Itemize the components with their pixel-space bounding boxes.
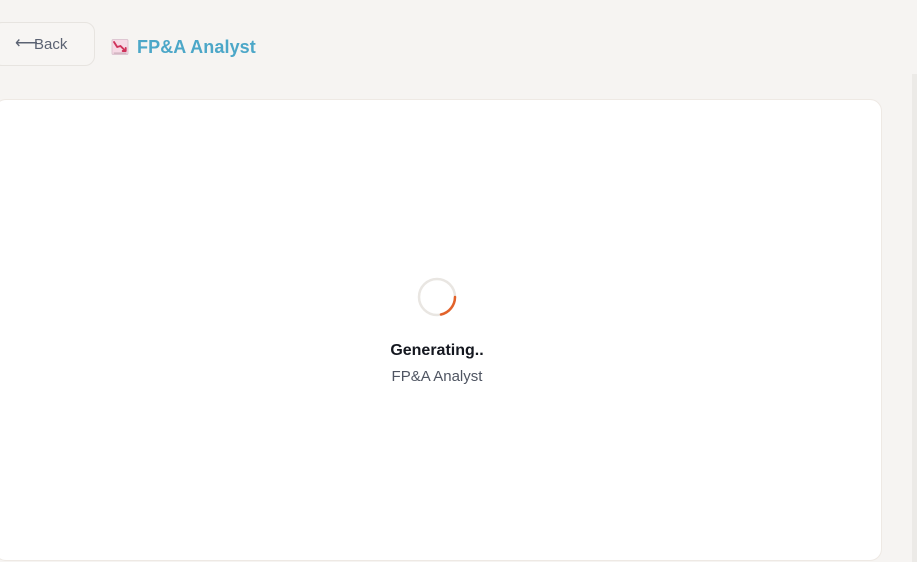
status-subtitle: FP&A Analyst [391,368,483,385]
status-title: Generating.. [390,342,484,359]
loading-spinner-icon [417,277,457,317]
generation-page: ⟵ Back FP&A Analyst Generating.. FP&A An… [0,0,917,562]
back-button-label: Back [34,35,68,53]
page-title-group: FP&A Analyst [111,34,256,60]
chart-down-icon [111,39,129,55]
right-edge-panel [912,74,917,562]
left-arrow-icon: ⟵ [15,35,38,52]
back-button[interactable]: ⟵ Back [0,22,95,66]
page-title: FP&A Analyst [137,36,256,57]
generation-card [0,99,882,561]
